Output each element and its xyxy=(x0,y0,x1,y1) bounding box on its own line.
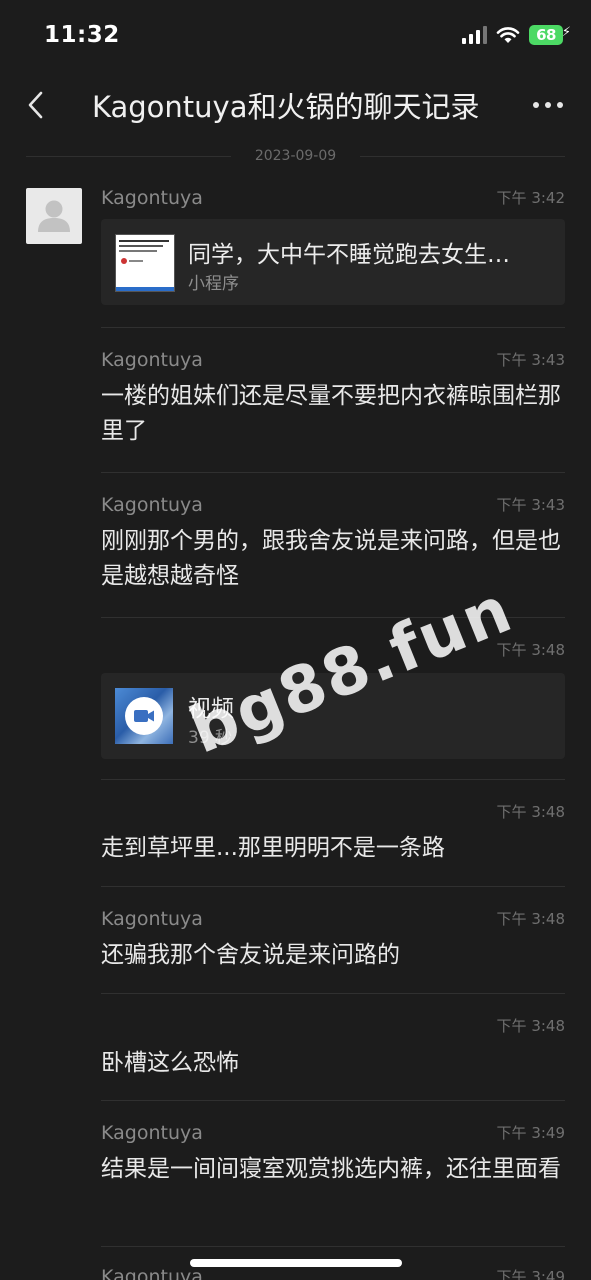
message-time: 下午 3:43 xyxy=(496,496,565,514)
chevron-left-icon[interactable] xyxy=(24,90,48,120)
sender-name: Kagontuya xyxy=(101,494,203,516)
message-divider xyxy=(101,472,565,473)
message-time: 下午 3:48 xyxy=(496,803,565,821)
message-item: 下午 3:48 走到草坪里...那里明明不是一条路 xyxy=(101,801,565,871)
message-item: Kagontuya 下午 3:49 xyxy=(101,1266,565,1280)
message-item: 下午 3:48 卧槽这么恐怖 xyxy=(101,1015,565,1085)
message-divider xyxy=(101,1100,565,1101)
message-divider xyxy=(101,327,565,328)
message-item: Kagontuya 下午 3:43 一楼的姐妹们还是尽量不要把内衣裤晾围栏那里了 xyxy=(101,349,565,459)
default-avatar-icon[interactable] xyxy=(26,188,82,244)
message-text: 一楼的姐妹们还是尽量不要把内衣裤晾围栏那里了 xyxy=(101,383,561,444)
status-icons: 68 ⚡ xyxy=(462,24,571,46)
sender-name: Kagontuya xyxy=(101,1266,203,1280)
charging-icon: ⚡ xyxy=(561,25,571,40)
message-time: 下午 3:43 xyxy=(496,351,565,369)
message-text: 还骗我那个舍友说是来问路的 xyxy=(101,942,400,968)
home-indicator[interactable] xyxy=(190,1259,402,1267)
more-dots-icon[interactable] xyxy=(533,102,563,108)
card-subtitle: 小程序 xyxy=(188,274,239,294)
video-camera-icon xyxy=(125,697,163,735)
message-divider xyxy=(101,779,565,780)
message-divider xyxy=(101,993,565,994)
message-item: Kagontuya 下午 3:48 还骗我那个舍友说是来问路的 xyxy=(101,908,565,978)
sender-name: Kagontuya xyxy=(101,1122,203,1144)
status-time: 11:32 xyxy=(44,22,120,48)
battery-icon: 68 ⚡ xyxy=(529,24,571,46)
sender-name: Kagontuya xyxy=(101,349,203,371)
message-time: 下午 3:48 xyxy=(496,910,565,928)
status-bar: 11:32 68 ⚡ xyxy=(0,0,591,72)
battery-level: 68 xyxy=(529,25,563,45)
message-item: Kagontuya 下午 3:49 结果是一间间寝室观赏挑选内裤，还往里面看 xyxy=(101,1122,565,1232)
message-time: 下午 3:48 xyxy=(496,1017,565,1035)
message-text: 结果是一间间寝室观赏挑选内裤，还往里面看 xyxy=(101,1156,561,1182)
message-divider xyxy=(101,1246,565,1247)
signal-icon xyxy=(462,26,487,44)
video-thumbnail xyxy=(115,688,173,744)
message-time: 下午 3:49 xyxy=(496,1268,565,1280)
nav-bar: Kagontuya和火锅的聊天记录 xyxy=(0,72,591,138)
message-divider xyxy=(101,886,565,887)
date-divider: 2023-09-09 xyxy=(26,146,565,168)
page-title: Kagontuya和火锅的聊天记录 xyxy=(92,90,480,124)
card-title: 同学，大中午不睡觉跑去女生… xyxy=(188,242,510,268)
chat-history-screen: 11:32 68 ⚡ Kagontuya和火锅的聊天记录 2023-09-09 xyxy=(0,0,591,1280)
mini-program-thumbnail xyxy=(115,234,175,292)
wifi-icon xyxy=(496,27,520,43)
mini-program-card[interactable]: 同学，大中午不睡觉跑去女生… 小程序 xyxy=(101,219,565,305)
message-text: 走到草坪里...那里明明不是一条路 xyxy=(101,835,445,861)
sender-name: Kagontuya xyxy=(101,908,203,930)
message-text: 卧槽这么恐怖 xyxy=(101,1050,239,1076)
message-item: Kagontuya 下午 3:42 同学，大中午不睡觉跑去女生… 小程序 xyxy=(101,187,565,307)
message-time: 下午 3:42 xyxy=(496,189,565,207)
sender-name: Kagontuya xyxy=(101,187,203,209)
message-time: 下午 3:49 xyxy=(496,1124,565,1142)
